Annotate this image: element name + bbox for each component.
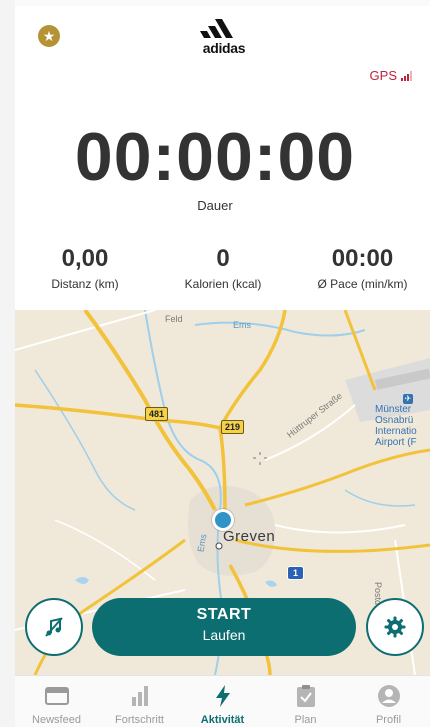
adidas-logo: adidas <box>198 18 250 56</box>
pace-label: Ø Pace (min/km) <box>317 277 408 291</box>
gps-indicator: GPS <box>370 68 412 83</box>
duration-label: Dauer <box>197 198 233 213</box>
music-button[interactable] <box>25 598 83 656</box>
top-strip <box>15 0 430 6</box>
map-airport-label: Münster Osnabrü Internatio Airport (F <box>375 404 417 448</box>
tab-newsfeed-label: Newsfeed <box>32 714 81 726</box>
distance-value: 0,00 <box>61 245 109 272</box>
tab-profile[interactable]: Profil <box>347 676 430 727</box>
current-location-icon <box>212 509 234 531</box>
pace-value: 00:00 <box>331 245 394 272</box>
airport-line-1: Münster <box>375 404 412 415</box>
gps-label: GPS <box>369 68 397 83</box>
duration-timer: 00:00:00 <box>74 119 356 195</box>
clipboard-icon <box>295 684 317 708</box>
gear-icon <box>384 616 406 638</box>
road-shield-481: 481 <box>145 407 169 421</box>
brand-name: adidas <box>202 40 246 56</box>
road-shield-a1: 1 <box>287 566 305 580</box>
calories-value: 0 <box>216 245 230 272</box>
tab-activity[interactable]: Aktivität <box>181 676 264 727</box>
bottom-tab-bar: Newsfeed Fortschritt Aktivität Plan Prof… <box>15 675 430 727</box>
adidas-stripes-icon <box>200 19 233 38</box>
stat-calories: 0 Kalorien (kcal) <box>168 245 278 291</box>
tab-progress-label: Fortschritt <box>115 714 164 726</box>
start-activity-type: Laufen <box>202 627 246 643</box>
map-label-ems-top: Ems <box>233 320 251 330</box>
settings-button[interactable] <box>366 598 424 656</box>
left-edge <box>0 0 15 727</box>
road-shield-219: 219 <box>221 420 245 434</box>
lightning-icon <box>213 684 233 708</box>
tab-plan-label: Plan <box>294 714 317 726</box>
star-icon[interactable]: ★ <box>38 25 60 47</box>
newsfeed-icon <box>44 684 70 708</box>
signal-bars-icon <box>401 70 412 81</box>
airport-icon: ✈ <box>403 394 413 404</box>
tab-plan[interactable]: Plan <box>264 676 347 727</box>
airport-line-4: Airport (F <box>375 437 417 448</box>
calories-label: Kalorien (kcal) <box>184 277 262 291</box>
music-off-icon <box>45 617 63 637</box>
airport-line-3: Internatio <box>375 426 417 437</box>
tab-profile-label: Profil <box>375 714 402 726</box>
start-button[interactable]: START Laufen <box>92 598 356 656</box>
start-label: START <box>196 606 252 623</box>
progress-chart-icon <box>128 684 152 708</box>
map-label-feld: Feld <box>165 314 183 324</box>
airport-line-2: Osnabrü <box>375 415 414 426</box>
distance-label: Distanz (km) <box>51 277 119 291</box>
profile-icon <box>377 684 401 708</box>
stat-pace: 00:00 Ø Pace (min/km) <box>305 245 420 291</box>
tab-activity-label: Aktivität <box>200 714 245 726</box>
map-town-greven: Greven <box>223 528 276 545</box>
tab-progress[interactable]: Fortschritt <box>98 676 181 727</box>
stat-distance: 0,00 Distanz (km) <box>40 245 130 291</box>
tab-newsfeed[interactable]: Newsfeed <box>15 676 98 727</box>
